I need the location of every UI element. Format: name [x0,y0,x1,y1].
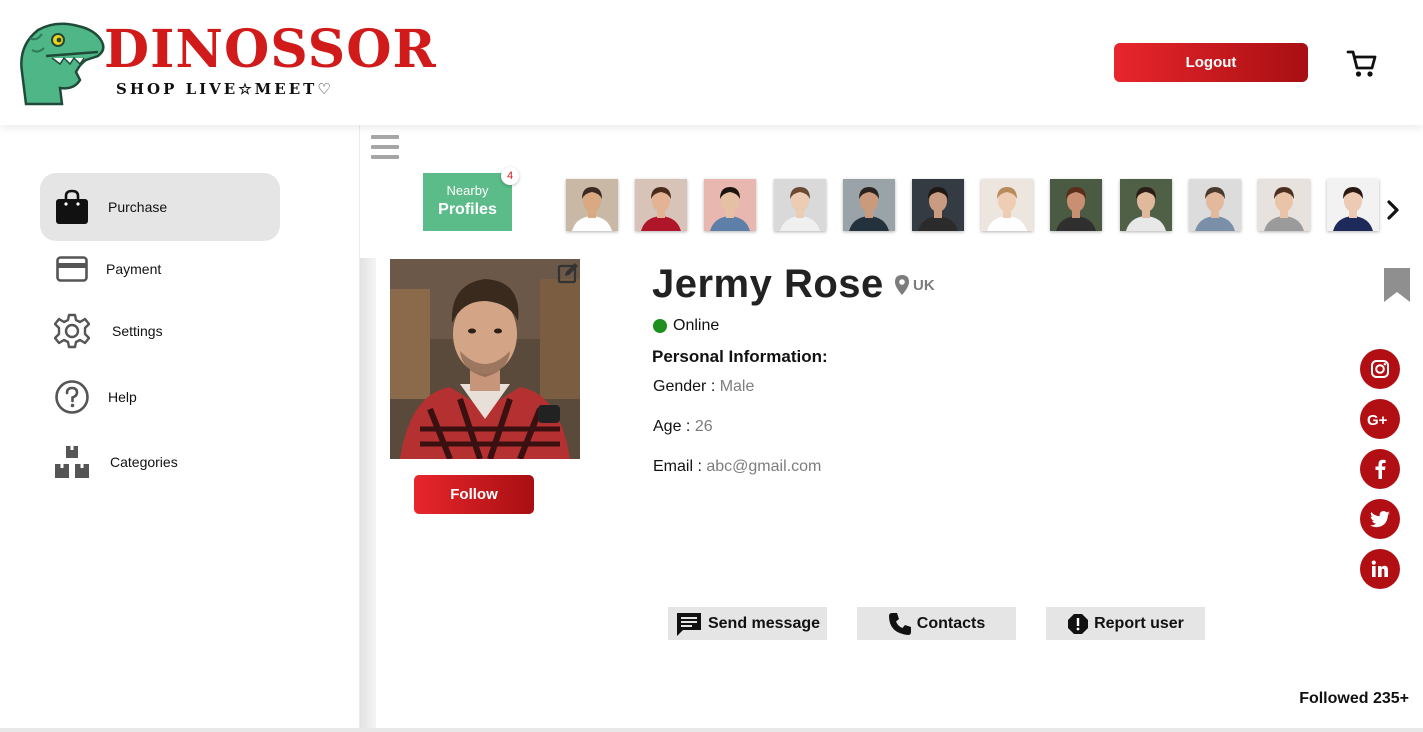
send-message-button[interactable]: Send message [668,607,827,640]
profile-thumbnail[interactable] [1119,179,1172,231]
sidebar-item-label: Settings [112,323,163,339]
profile-thumbnail[interactable] [635,179,688,231]
profile-name: Jermy Rose [652,262,884,306]
location-text: UK [913,276,935,294]
facebook-icon[interactable] [1360,449,1400,489]
report-user-label: Report user [1094,614,1184,632]
email-label: Email : [653,458,707,475]
profile-thumbnail[interactable] [981,179,1034,231]
profile-thumbnail[interactable] [842,179,895,231]
instagram-icon[interactable] [1360,349,1400,389]
boxes-icon [54,444,90,480]
sidebar-item-label: Payment [106,261,162,277]
twitter-icon[interactable] [1360,499,1400,539]
menu-icon[interactable] [371,135,399,159]
sidebar-item-purchase[interactable]: Purchase [40,173,280,241]
bookmark-icon[interactable] [1383,267,1411,303]
send-message-label: Send message [707,614,821,632]
card-edge [360,258,376,732]
status-text: Online [673,317,720,334]
age-value: 26 [694,418,713,435]
nearby-profiles-button[interactable]: Nearby Profiles 4 [423,167,519,231]
profile-thumbnail[interactable] [773,179,826,231]
status-dot [653,319,667,333]
phone-icon [888,612,911,635]
brand-tagline: SHOP LIVE☆MEET♡ [116,80,334,98]
profile-thumbnail[interactable] [1050,179,1103,231]
contacts-button[interactable]: Contacts [857,607,1016,640]
shopping-bag-icon [54,189,90,225]
profiles-label: Profiles [438,201,497,218]
follow-button[interactable]: Follow [414,475,534,514]
sidebar-item-settings[interactable]: Settings [40,297,280,365]
online-status: Online [653,317,719,335]
profile-thumbnail[interactable] [566,179,618,231]
question-icon [54,379,90,415]
sidebar-item-help[interactable]: Help [40,363,280,431]
gender-field: Gender : Male [653,378,754,396]
personal-info-title: Personal Information: [652,347,828,366]
profile-photo [390,259,580,459]
chevron-right-icon[interactable] [1386,199,1400,221]
report-icon [1068,613,1089,634]
edit-icon[interactable] [557,262,579,284]
sidebar-item-label: Categories [110,454,178,470]
message-icon [676,612,701,636]
contacts-label: Contacts [916,614,986,632]
gender-label: Gender : [653,378,720,395]
followed-count: Followed 235+ [1299,690,1409,707]
age-field: Age : 26 [653,418,713,436]
credit-card-icon [54,251,90,287]
cart-icon[interactable] [1346,47,1378,79]
profile-thumbnail[interactable] [1258,179,1310,231]
profile-thumbnail[interactable] [704,179,757,231]
profile-thumbnail[interactable] [1327,179,1380,231]
report-user-button[interactable]: Report user [1046,607,1205,640]
profile-thumbnails [566,179,1386,231]
gender-value: Male [719,378,755,395]
location-pin-icon [895,275,909,295]
google-plus-icon[interactable]: G+ [1360,399,1400,439]
logout-button[interactable]: Logout [1114,43,1308,82]
linkedin-icon[interactable] [1360,549,1400,589]
svg-text:G+: G+ [1367,412,1388,428]
age-label: Age : [653,418,695,435]
email-value: abc@gmail.com [706,458,822,475]
profile-thumbnail[interactable] [912,179,964,231]
sidebar-item-label: Help [108,389,137,405]
bottom-divider [0,728,1423,732]
sidebar-item-payment[interactable]: Payment [40,235,280,303]
profile-thumbnail[interactable] [1188,179,1241,231]
nearby-count-badge: 4 [501,167,519,185]
sidebar-item-categories[interactable]: Categories [40,428,280,496]
gear-icon [54,313,90,349]
brand-name: DINOSSOR [104,19,437,80]
email-field: Email : abc@gmail.com [653,458,821,476]
sidebar-item-label: Purchase [108,199,168,215]
profile-location: UK [894,274,935,296]
nearby-label: Nearby [446,183,489,198]
top-header: DINOSSOR SHOP LIVE☆MEET♡ Logout [0,0,1423,125]
dinosaur-logo-icon [20,22,105,106]
